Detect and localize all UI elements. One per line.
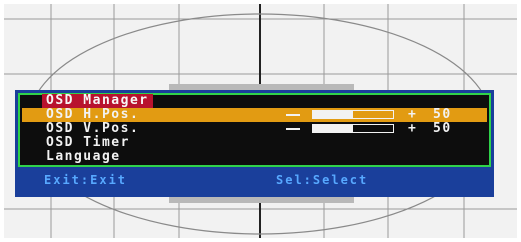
slider-fill <box>313 111 353 118</box>
hpos-slider[interactable]: + 50 <box>286 108 486 122</box>
menu-item-label: Language <box>46 149 121 164</box>
osd-title: OSD Manager <box>42 94 153 108</box>
vpos-slider[interactable]: + 50 <box>286 122 486 136</box>
exit-hint[interactable]: Exit:Exit <box>44 170 127 190</box>
menu-item-label: OSD V.Pos. <box>46 121 140 136</box>
slider-fill <box>313 125 353 132</box>
osd-menu-body: OSD Manager OSD H.Pos. + 50 OSD V.Pos. +… <box>18 93 491 167</box>
osd-footer: Exit:Exit Sel:Select <box>18 170 491 190</box>
menu-item-osd-vpos[interactable]: OSD V.Pos. + 50 <box>22 122 487 136</box>
slider-track <box>312 124 394 133</box>
bottom-gray-band <box>169 197 354 203</box>
select-hint[interactable]: Sel:Select <box>276 170 368 190</box>
minus-icon <box>286 128 300 130</box>
slider-track <box>312 110 394 119</box>
menu-item-osd-timer[interactable]: OSD Timer <box>22 136 487 150</box>
menu-item-language[interactable]: Language <box>22 150 487 164</box>
menu-item-label: OSD Timer <box>46 135 130 150</box>
minus-icon <box>286 114 300 116</box>
plus-label: + <box>408 121 418 136</box>
monitor-test-pattern: OSD Manager OSD H.Pos. + 50 OSD V.Pos. +… <box>4 4 517 238</box>
slider-value: 50 <box>433 121 452 136</box>
slider-value: 50 <box>433 107 452 122</box>
plus-label: + <box>408 107 418 122</box>
menu-item-label: OSD H.Pos. <box>46 107 140 122</box>
menu-item-osd-hpos[interactable]: OSD H.Pos. + 50 <box>22 108 487 122</box>
osd-menu: OSD Manager OSD H.Pos. + 50 OSD V.Pos. +… <box>15 90 494 197</box>
